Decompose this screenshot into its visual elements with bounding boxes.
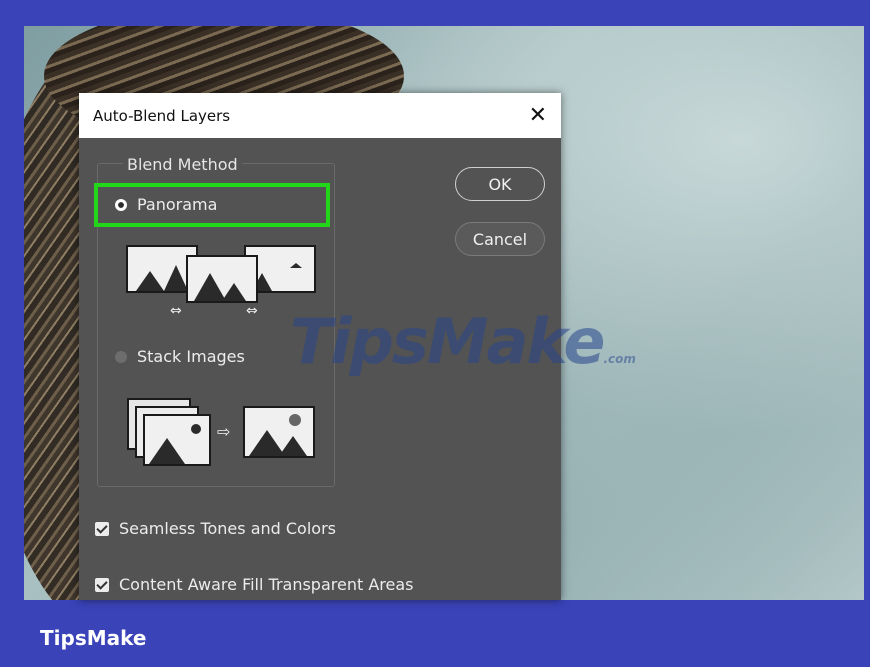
page-frame: Auto-Blend Layers ✕ Blend Method Panoram… bbox=[0, 0, 870, 667]
watermark: TipsMake.com bbox=[290, 305, 636, 378]
dialog-title: Auto-Blend Layers bbox=[93, 106, 231, 125]
watermark-text: TipsMake bbox=[290, 305, 605, 378]
blend-method-label: Blend Method bbox=[123, 155, 242, 174]
close-icon[interactable]: ✕ bbox=[529, 104, 547, 127]
footer-brand: TipsMake bbox=[40, 626, 147, 650]
radio-selected-icon[interactable] bbox=[115, 198, 127, 211]
stack-result-frame bbox=[243, 406, 315, 458]
watermark-suffix: .com bbox=[603, 352, 636, 366]
panorama-label: Panorama bbox=[137, 195, 218, 214]
drag-arrow-icon: ⇔ bbox=[246, 303, 258, 319]
stack-images-label: Stack Images bbox=[137, 347, 245, 366]
cancel-button[interactable]: Cancel bbox=[455, 222, 545, 256]
radio-stack-images[interactable]: Stack Images bbox=[115, 347, 245, 366]
radio-unselected-icon[interactable] bbox=[115, 350, 127, 363]
ok-button[interactable]: OK bbox=[455, 167, 545, 201]
seamless-tones-checkbox[interactable]: Seamless Tones and Colors bbox=[95, 519, 336, 538]
arrow-right-icon: ⇨ bbox=[217, 422, 231, 441]
content-aware-label: Content Aware Fill Transparent Areas bbox=[119, 575, 414, 594]
stack-frame-front bbox=[143, 414, 211, 466]
panorama-frame-center bbox=[186, 255, 258, 303]
seamless-tones-label: Seamless Tones and Colors bbox=[119, 519, 336, 538]
checkbox-checked-icon[interactable] bbox=[95, 521, 109, 536]
stack-images-illustration: ⇨ bbox=[127, 398, 327, 473]
dialog-titlebar: Auto-Blend Layers ✕ bbox=[79, 93, 561, 138]
drag-arrow-icon: ⇔ bbox=[170, 303, 182, 319]
content-aware-checkbox[interactable]: Content Aware Fill Transparent Areas bbox=[95, 575, 414, 594]
radio-panorama[interactable]: Panorama bbox=[115, 195, 217, 214]
checkbox-checked-icon[interactable] bbox=[95, 577, 109, 592]
